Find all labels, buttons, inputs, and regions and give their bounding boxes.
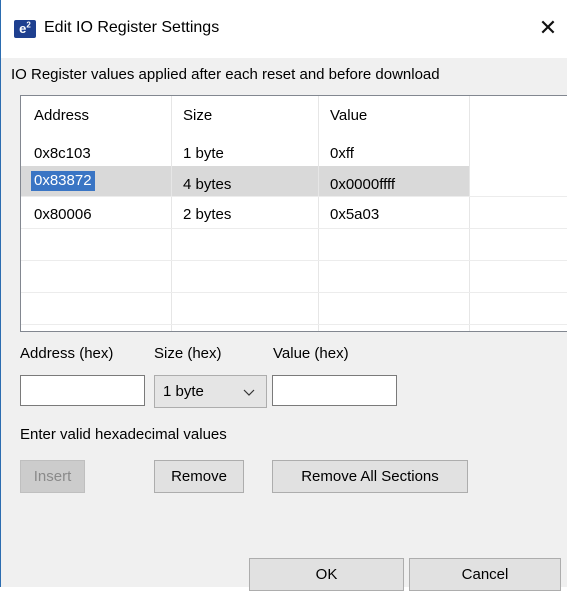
cell-value[interactable]: 0x5a03 <box>330 206 379 223</box>
dialog-window: e2 Edit IO Register Settings ✕ IO Regist… <box>0 0 567 591</box>
size-label: Size (hex) <box>154 345 222 362</box>
cell-size[interactable]: 2 bytes <box>183 206 231 223</box>
column-divider[interactable] <box>171 96 172 331</box>
cell-address[interactable]: 0x80006 <box>34 206 92 223</box>
size-select[interactable]: 1 byte <box>154 375 267 408</box>
remove-all-sections-button[interactable]: Remove All Sections <box>272 460 468 493</box>
row-divider <box>21 292 567 293</box>
window-title: Edit IO Register Settings <box>44 19 220 36</box>
remove-button[interactable]: Remove <box>154 460 244 493</box>
cell-value[interactable]: 0x0000ffff <box>330 176 395 193</box>
address-input[interactable] <box>20 375 145 406</box>
info-text: IO Register values applied after each re… <box>11 66 440 83</box>
cell-size[interactable]: 4 bytes <box>183 176 231 193</box>
close-icon[interactable]: ✕ <box>533 14 563 44</box>
header-size[interactable]: Size <box>183 107 212 124</box>
chevron-down-icon <box>243 382 255 405</box>
column-divider[interactable] <box>318 96 319 331</box>
cancel-button[interactable]: Cancel <box>409 558 561 591</box>
column-divider[interactable] <box>469 96 470 331</box>
cell-value[interactable]: 0xff <box>330 145 354 162</box>
row-divider <box>21 196 567 197</box>
title-bar: e2 Edit IO Register Settings ✕ <box>1 0 567 58</box>
hint-text: Enter valid hexadecimal values <box>20 426 227 443</box>
cell-address[interactable]: 0x8c103 <box>34 145 91 162</box>
insert-button[interactable]: Insert <box>20 460 85 493</box>
value-label: Value (hex) <box>273 345 349 362</box>
header-value[interactable]: Value <box>330 107 367 124</box>
e2-app-icon: e2 <box>14 20 36 38</box>
cell-address-selected[interactable]: 0x83872 <box>31 171 95 191</box>
header-address[interactable]: Address <box>34 107 89 124</box>
row-divider <box>21 324 567 325</box>
row-divider <box>21 228 567 229</box>
ok-button[interactable]: OK <box>249 558 404 591</box>
cell-size[interactable]: 1 byte <box>183 145 224 162</box>
value-input[interactable] <box>272 375 397 406</box>
address-label: Address (hex) <box>20 345 114 362</box>
row-divider <box>21 260 567 261</box>
size-select-value: 1 byte <box>163 383 204 400</box>
register-table[interactable]: Address Size Value 0x8c103 1 byte 0xff 0… <box>20 95 567 332</box>
selected-address-text[interactable]: 0x83872 <box>31 171 95 191</box>
